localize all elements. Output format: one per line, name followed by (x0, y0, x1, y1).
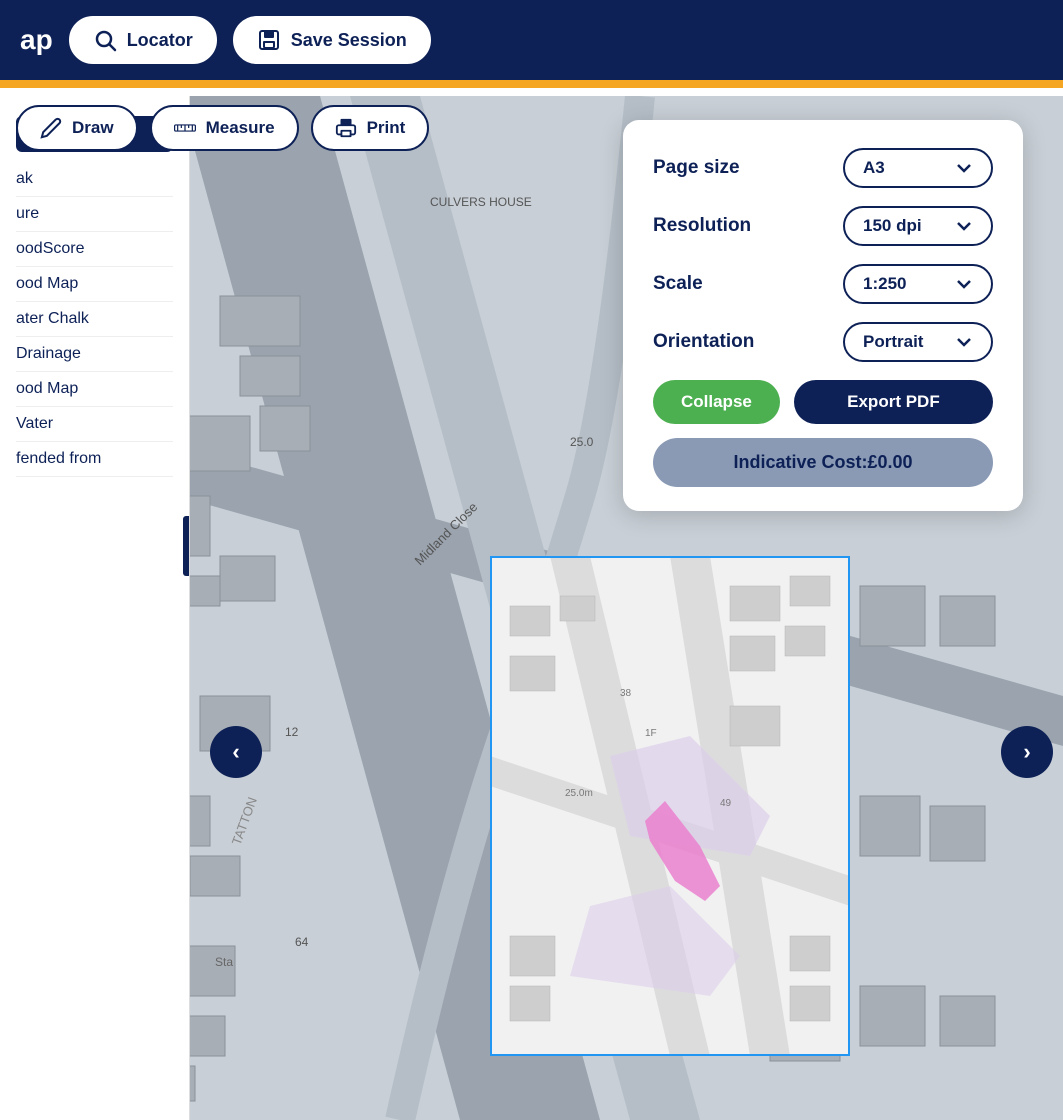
toolbar: Draw Measure Print (0, 88, 445, 168)
page-size-select[interactable]: A3 (843, 148, 993, 188)
resolution-select[interactable]: 150 dpi (843, 206, 993, 246)
sidebar-item-2[interactable]: oodScore (16, 232, 173, 267)
chevron-down-icon (955, 275, 973, 293)
scale-select[interactable]: 1:250 (843, 264, 993, 304)
header: ap Locator Save Session (0, 0, 1063, 80)
svg-text:12: 12 (285, 725, 299, 739)
svg-text:25.0: 25.0 (570, 435, 594, 449)
ruler-icon (174, 117, 196, 139)
yellow-bar (0, 80, 1063, 88)
sidebar-item-3[interactable]: ood Map (16, 267, 173, 302)
sidebar-item-4[interactable]: ater Chalk (16, 302, 173, 337)
draw-label: Draw (72, 118, 114, 138)
chevron-down-icon (955, 159, 973, 177)
search-icon (93, 28, 117, 52)
page-size-label: Page size (653, 157, 740, 179)
save-session-label: Save Session (291, 30, 407, 51)
nav-arrow-left[interactable]: ‹ (210, 726, 262, 778)
svg-text:49: 49 (720, 798, 732, 809)
chevron-down-icon (955, 333, 973, 351)
sidebar: ak ure oodScore ood Map ater Chalk Drain… (0, 96, 190, 1120)
sidebar-item-7[interactable]: Vater (16, 407, 173, 442)
svg-text:CULVERS HOUSE: CULVERS HOUSE (430, 195, 532, 209)
draw-button[interactable]: Draw (16, 105, 138, 151)
scale-label: Scale (653, 273, 703, 295)
map-preview-content: 38 49 1F 25.0m (490, 556, 850, 1056)
print-panel-actions: Collapse Export PDF (653, 380, 993, 424)
scale-value: 1:250 (863, 274, 906, 294)
resolution-row: Resolution 150 dpi (653, 206, 993, 246)
page-size-value: A3 (863, 158, 885, 178)
print-label: Print (367, 118, 406, 138)
print-button[interactable]: Print (311, 105, 430, 151)
page-size-row: Page size A3 (653, 148, 993, 188)
sidebar-item-8[interactable]: fended from (16, 442, 173, 477)
svg-text:Sta: Sta (215, 955, 233, 969)
orientation-row: Orientation Portrait (653, 322, 993, 362)
indicative-cost: Indicative Cost:£0.00 (653, 438, 993, 487)
orientation-value: Portrait (863, 332, 923, 352)
collapse-button[interactable]: Collapse (653, 380, 780, 424)
app-title: ap (20, 24, 53, 56)
svg-text:64: 64 (295, 935, 309, 949)
resolution-label: Resolution (653, 215, 751, 237)
sidebar-active-indicator (183, 516, 189, 576)
svg-text:1F: 1F (645, 728, 657, 739)
printer-icon (335, 117, 357, 139)
chevron-down-icon (955, 217, 973, 235)
nav-arrow-right[interactable]: › (1001, 726, 1053, 778)
resolution-value: 150 dpi (863, 216, 922, 236)
print-panel: Page size A3 Resolution 150 dpi Scale 1:… (623, 120, 1023, 511)
locator-label: Locator (127, 30, 193, 51)
save-icon (257, 28, 281, 52)
sidebar-item-1[interactable]: ure (16, 197, 173, 232)
orientation-select[interactable]: Portrait (843, 322, 993, 362)
sidebar-item-5[interactable]: Drainage (16, 337, 173, 372)
scale-row: Scale 1:250 (653, 264, 993, 304)
pencil-icon (40, 117, 62, 139)
measure-label: Measure (206, 118, 275, 138)
locator-button[interactable]: Locator (69, 16, 217, 64)
sidebar-item-6[interactable]: ood Map (16, 372, 173, 407)
export-pdf-button[interactable]: Export PDF (794, 380, 993, 424)
save-session-button[interactable]: Save Session (233, 16, 431, 64)
measure-button[interactable]: Measure (150, 105, 299, 151)
svg-text:25.0m: 25.0m (565, 788, 593, 799)
svg-text:38: 38 (620, 688, 632, 699)
orientation-label: Orientation (653, 331, 754, 353)
